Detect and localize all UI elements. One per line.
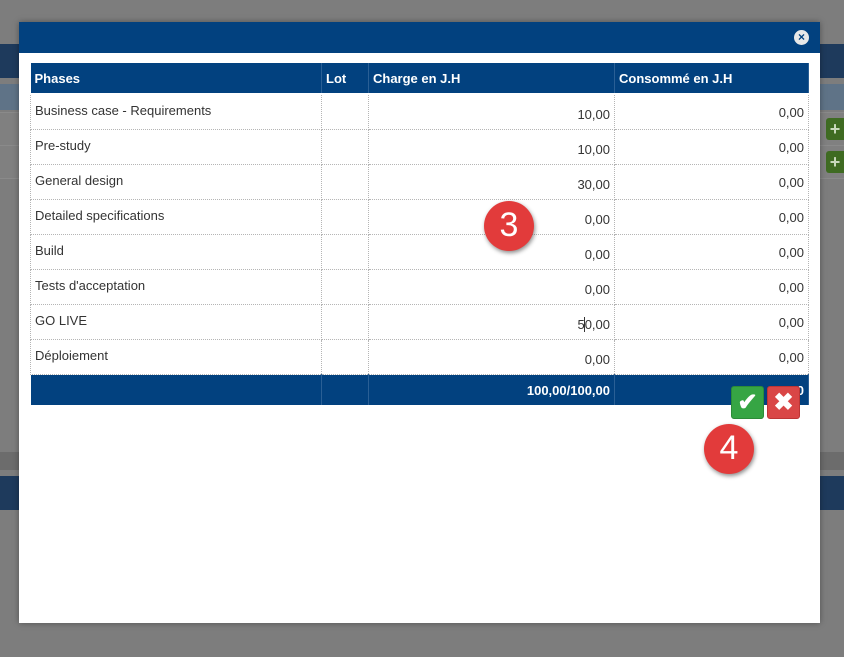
lot-cell[interactable] — [321, 234, 369, 270]
consomme-value: 0,00 — [614, 339, 809, 375]
table-row: Déploiement 0,00 0,00 — [30, 339, 809, 375]
dialog-header: × — [19, 22, 820, 53]
charge-input[interactable]: 10,00 — [368, 93, 615, 130]
phase-name: GO LIVE — [30, 304, 322, 340]
phase-name: Pre-study — [30, 129, 322, 165]
consomme-value: 0,00 — [614, 93, 809, 130]
column-header-phases: Phases — [30, 63, 322, 95]
step-badge-4: 4 — [704, 424, 754, 474]
plus-icon: + — [826, 151, 844, 173]
phases-table: Phases Lot Charge en J.H Consommé en J.H… — [30, 63, 809, 405]
lot-cell[interactable] — [321, 199, 369, 235]
consomme-value: 0,00 — [614, 129, 809, 165]
charge-input[interactable]: 30,00 — [368, 164, 615, 200]
total-label-cell — [30, 374, 322, 405]
column-header-charge: Charge en J.H — [368, 63, 615, 95]
column-header-lot: Lot — [321, 63, 369, 95]
lot-cell[interactable] — [321, 339, 369, 375]
consomme-value: 0,00 — [614, 269, 809, 305]
table-row: General design 30,00 0,00 — [30, 164, 809, 200]
consomme-value: 0,00 — [614, 164, 809, 200]
total-row: 100,00/100,00 0,00 — [30, 374, 809, 405]
column-header-consomme: Consommé en J.H — [614, 63, 809, 95]
table-row: Business case - Requirements 10,00 0,00 — [30, 93, 809, 130]
close-icon[interactable]: × — [794, 30, 809, 45]
confirm-button[interactable]: ✔ — [731, 386, 764, 419]
charge-input[interactable]: 0,00 — [368, 269, 615, 305]
table-row: Detailed specifications 0,00 0,00 — [30, 199, 809, 235]
lot-cell[interactable] — [321, 269, 369, 305]
charge-input[interactable]: 10,00 — [368, 129, 615, 165]
table-row: Tests d'acceptation 0,00 0,00 — [30, 269, 809, 305]
phase-name: Build — [30, 234, 322, 270]
phase-name: Detailed specifications — [30, 199, 322, 235]
consomme-value: 0,00 — [614, 304, 809, 340]
lot-cell[interactable] — [321, 164, 369, 200]
charge-input-active[interactable]: 50,00 — [368, 304, 615, 340]
charge-text-after-caret: 0,00 — [584, 316, 610, 332]
phase-name: Tests d'acceptation — [30, 269, 322, 305]
lot-cell[interactable] — [321, 129, 369, 165]
step-badge-3: 3 — [484, 201, 534, 251]
phase-name: Business case - Requirements — [30, 93, 322, 130]
lot-cell[interactable] — [321, 304, 369, 340]
table-header-row: Phases Lot Charge en J.H Consommé en J.H — [30, 63, 809, 95]
consomme-value: 0,00 — [614, 234, 809, 270]
plus-icon: + — [826, 118, 844, 140]
phase-name: General design — [30, 164, 322, 200]
phase-name: Déploiement — [30, 339, 322, 375]
total-lot-cell — [321, 374, 369, 405]
cancel-button[interactable]: ✖ — [767, 386, 800, 419]
consomme-value: 0,00 — [614, 199, 809, 235]
phases-dialog: × Phases Lot Charge en J.H Consommé en J… — [19, 22, 820, 623]
table-row: GO LIVE 50,00 0,00 — [30, 304, 809, 340]
table-row: Pre-study 10,00 0,00 — [30, 129, 809, 165]
total-charge: 100,00/100,00 — [368, 374, 615, 405]
checkmark-icon: ✔ — [737, 389, 758, 416]
lot-cell[interactable] — [321, 93, 369, 130]
table-row: Build 0,00 0,00 — [30, 234, 809, 270]
charge-input[interactable]: 0,00 — [368, 339, 615, 375]
cross-icon: ✖ — [773, 389, 794, 416]
